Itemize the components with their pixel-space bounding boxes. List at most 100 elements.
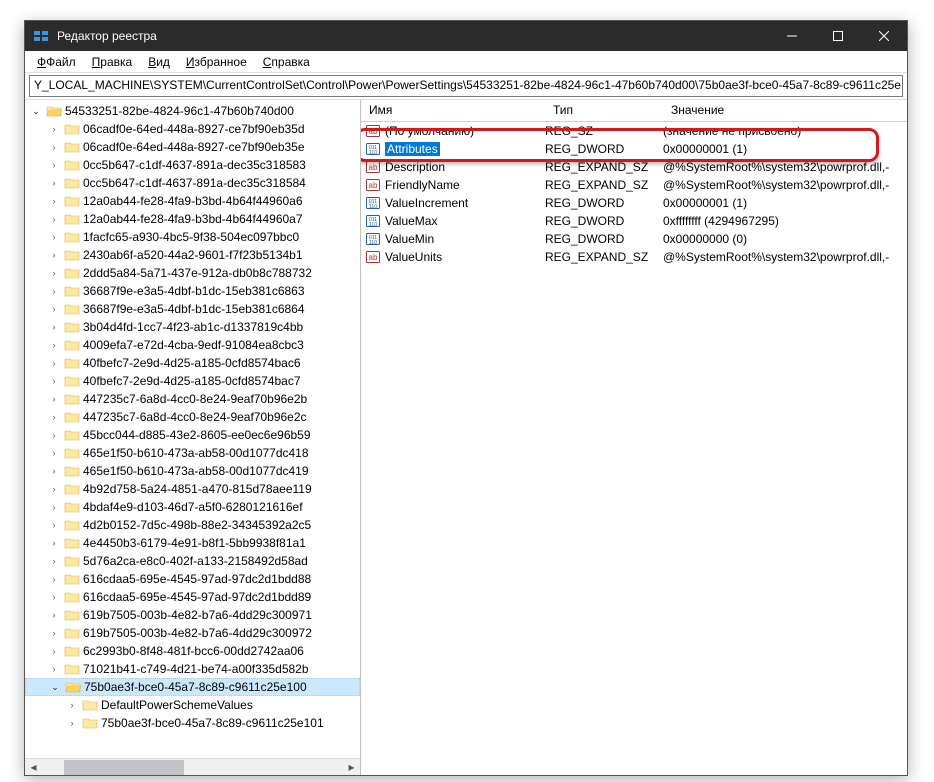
tree-item[interactable]: ⌄75b0ae3f-bce0-45a7-8c89-c9611c25e100 xyxy=(25,678,360,696)
tree-item[interactable]: ›4009efa7-e72d-4cba-9edf-91084ea8cbc3 xyxy=(25,336,360,354)
chevron-right-icon[interactable]: › xyxy=(47,554,61,568)
registry-editor-window: Редактор реестра ФФайл Правка Вид Избран… xyxy=(24,20,908,776)
chevron-right-icon[interactable]: › xyxy=(47,122,61,136)
tree-item[interactable]: ›12a0ab44-fe28-4fa9-b3bd-4b64f44960a7 xyxy=(25,210,360,228)
chevron-right-icon[interactable]: › xyxy=(47,338,61,352)
tree-h-scrollbar[interactable]: ◂ ▸ xyxy=(25,758,360,775)
tree-item[interactable]: ›5d76a2ca-e8c0-402f-a133-2158492d58ad xyxy=(25,552,360,570)
chevron-right-icon[interactable]: › xyxy=(47,158,61,172)
address-bar[interactable]: Y_LOCAL_MACHINE\SYSTEM\CurrentControlSet… xyxy=(29,75,903,97)
chevron-right-icon[interactable]: › xyxy=(47,212,61,226)
list-row[interactable]: 011110ValueIncrementREG_DWORD0x00000001 … xyxy=(361,194,907,212)
tree-item[interactable]: ›40fbefc7-2e9d-4d25-a185-0cfd8574bac7 xyxy=(25,372,360,390)
column-header-type[interactable]: Тип xyxy=(545,100,663,121)
tree-item[interactable]: ›6c2993b0-8f48-481f-bcc6-00dd2742aa06 xyxy=(25,642,360,660)
app-icon xyxy=(33,28,49,44)
tree-item[interactable]: ›DefaultPowerSchemeValues xyxy=(25,696,360,714)
chevron-right-icon[interactable]: › xyxy=(47,410,61,424)
chevron-down-icon[interactable]: ⌄ xyxy=(48,680,62,694)
chevron-right-icon[interactable]: › xyxy=(47,374,61,388)
tree-item[interactable]: ›447235c7-6a8d-4cc0-8e24-9eaf70b96e2b xyxy=(25,390,360,408)
chevron-right-icon[interactable]: › xyxy=(65,698,79,712)
list-row[interactable]: 011110ValueMaxREG_DWORD0xffffffff (42949… xyxy=(361,212,907,230)
folder-icon xyxy=(64,410,80,424)
value-type: REG_DWORD xyxy=(545,232,663,246)
chevron-right-icon[interactable]: › xyxy=(47,572,61,586)
tree-item[interactable]: ⌄54533251-82be-4824-96c1-47b60b740d00 xyxy=(25,102,360,120)
tree-item[interactable]: ›0cc5b647-c1df-4637-891a-dec35c318583 xyxy=(25,156,360,174)
chevron-right-icon[interactable]: › xyxy=(47,644,61,658)
chevron-right-icon[interactable]: › xyxy=(47,626,61,640)
chevron-right-icon[interactable]: › xyxy=(47,266,61,280)
tree-item[interactable]: ›619b7505-003b-4e82-b7a6-4dd29c300972 xyxy=(25,624,360,642)
tree-item[interactable]: ›447235c7-6a8d-4cc0-8e24-9eaf70b96e2c xyxy=(25,408,360,426)
menu-favorites[interactable]: Избранное xyxy=(178,53,255,71)
tree-item[interactable]: ›2ddd5a84-5a71-437e-912a-db0b8c788732 xyxy=(25,264,360,282)
tree-item[interactable]: ›45bcc044-d885-43e2-8605-ee0ec6e96b59 xyxy=(25,426,360,444)
menu-help[interactable]: Справка xyxy=(255,53,318,71)
close-button[interactable] xyxy=(861,21,907,51)
list-row[interactable]: 011110ValueMinREG_DWORD0x00000000 (0) xyxy=(361,230,907,248)
chevron-right-icon[interactable]: › xyxy=(65,716,79,730)
chevron-right-icon[interactable]: › xyxy=(47,446,61,460)
tree-item[interactable]: ›3b04d4fd-1cc7-4f23-ab1c-d1337819c4bb xyxy=(25,318,360,336)
chevron-right-icon[interactable]: › xyxy=(47,302,61,316)
menu-edit[interactable]: Правка xyxy=(84,53,141,71)
chevron-right-icon[interactable]: › xyxy=(47,518,61,532)
column-header-value[interactable]: Значение xyxy=(663,100,907,121)
chevron-right-icon[interactable]: › xyxy=(47,176,61,190)
tree-item[interactable]: ›616cdaa5-695e-4545-97ad-97dc2d1bdd88 xyxy=(25,570,360,588)
tree-item[interactable]: ›06cadf0e-64ed-448a-8927-ce7bf90eb35d xyxy=(25,120,360,138)
titlebar[interactable]: Редактор реестра xyxy=(25,21,907,51)
chevron-right-icon[interactable]: › xyxy=(47,392,61,406)
tree-item[interactable]: ›4bdaf4e9-d103-46d7-a5f0-6280121616ef xyxy=(25,498,360,516)
tree-item[interactable]: ›71021b41-c749-4d21-be74-a00f335d582b xyxy=(25,660,360,678)
list-row[interactable]: abFriendlyNameREG_EXPAND_SZ@%SystemRoot%… xyxy=(361,176,907,194)
tree-item[interactable]: ›75b0ae3f-bce0-45a7-8c89-c9611c25e101 xyxy=(25,714,360,732)
chevron-right-icon[interactable]: › xyxy=(47,194,61,208)
tree-item[interactable]: ›465e1f50-b610-473a-ab58-00d1077dc418 xyxy=(25,444,360,462)
list-row[interactable]: abValueUnitsREG_EXPAND_SZ@%SystemRoot%\s… xyxy=(361,248,907,266)
chevron-right-icon[interactable]: › xyxy=(47,608,61,622)
scroll-left-icon[interactable]: ◂ xyxy=(25,759,42,776)
chevron-down-icon[interactable]: ⌄ xyxy=(29,104,43,118)
chevron-right-icon[interactable]: › xyxy=(47,464,61,478)
chevron-right-icon[interactable]: › xyxy=(47,248,61,262)
tree-item[interactable]: ›465e1f50-b610-473a-ab58-00d1077dc419 xyxy=(25,462,360,480)
chevron-right-icon[interactable]: › xyxy=(47,662,61,676)
tree-item[interactable]: ›616cdaa5-695e-4545-97ad-97dc2d1bdd89 xyxy=(25,588,360,606)
tree-item[interactable]: ›4b92d758-5a24-4851-a470-815d78aee119 xyxy=(25,480,360,498)
chevron-right-icon[interactable]: › xyxy=(47,140,61,154)
tree-item[interactable]: ›4d2b0152-7d5c-498b-88e2-34345392a2c5 xyxy=(25,516,360,534)
tree-item[interactable]: ›12a0ab44-fe28-4fa9-b3bd-4b64f44960a6 xyxy=(25,192,360,210)
tree-item[interactable]: ›2430ab6f-a520-44a2-9601-f7f23b5134b1 xyxy=(25,246,360,264)
chevron-right-icon[interactable]: › xyxy=(47,428,61,442)
chevron-right-icon[interactable]: › xyxy=(47,482,61,496)
list-row[interactable]: abDescriptionREG_EXPAND_SZ@%SystemRoot%\… xyxy=(361,158,907,176)
menu-view[interactable]: Вид xyxy=(140,53,178,71)
tree-item[interactable]: ›4e4450b3-6179-4e91-b8f1-5bb9938f81a1 xyxy=(25,534,360,552)
column-header-name[interactable]: Имя xyxy=(361,100,545,121)
tree-item[interactable]: ›40fbefc7-2e9d-4d25-a185-0cfd8574bac6 xyxy=(25,354,360,372)
chevron-right-icon[interactable]: › xyxy=(47,356,61,370)
list-row[interactable]: 011110AttributesREG_DWORD0x00000001 (1) xyxy=(361,140,907,158)
scroll-right-icon[interactable]: ▸ xyxy=(343,759,360,776)
list-row[interactable]: ab(По умолчанию)REG_SZ(значение не присв… xyxy=(361,122,907,140)
chevron-right-icon[interactable]: › xyxy=(47,320,61,334)
chevron-right-icon[interactable]: › xyxy=(47,590,61,604)
scroll-thumb[interactable] xyxy=(64,760,184,775)
tree-item[interactable]: ›1facfc65-a930-4bc5-9f38-504ec097bbc0 xyxy=(25,228,360,246)
tree-item[interactable]: ›06cadf0e-64ed-448a-8927-ce7bf90eb35e xyxy=(25,138,360,156)
svg-text:110: 110 xyxy=(369,222,377,228)
tree-item[interactable]: ›36687f9e-e3a5-4dbf-b1dc-15eb381c6863 xyxy=(25,282,360,300)
tree-item[interactable]: ›0cc5b647-c1df-4637-891a-dec35c318584 xyxy=(25,174,360,192)
chevron-right-icon[interactable]: › xyxy=(47,230,61,244)
minimize-button[interactable] xyxy=(769,21,815,51)
chevron-right-icon[interactable]: › xyxy=(47,284,61,298)
chevron-right-icon[interactable]: › xyxy=(47,536,61,550)
menu-file[interactable]: ФФайл xyxy=(29,53,84,71)
tree-item[interactable]: ›619b7505-003b-4e82-b7a6-4dd29c300971 xyxy=(25,606,360,624)
tree-item[interactable]: ›36687f9e-e3a5-4dbf-b1dc-15eb381c6864 xyxy=(25,300,360,318)
maximize-button[interactable] xyxy=(815,21,861,51)
chevron-right-icon[interactable]: › xyxy=(47,500,61,514)
